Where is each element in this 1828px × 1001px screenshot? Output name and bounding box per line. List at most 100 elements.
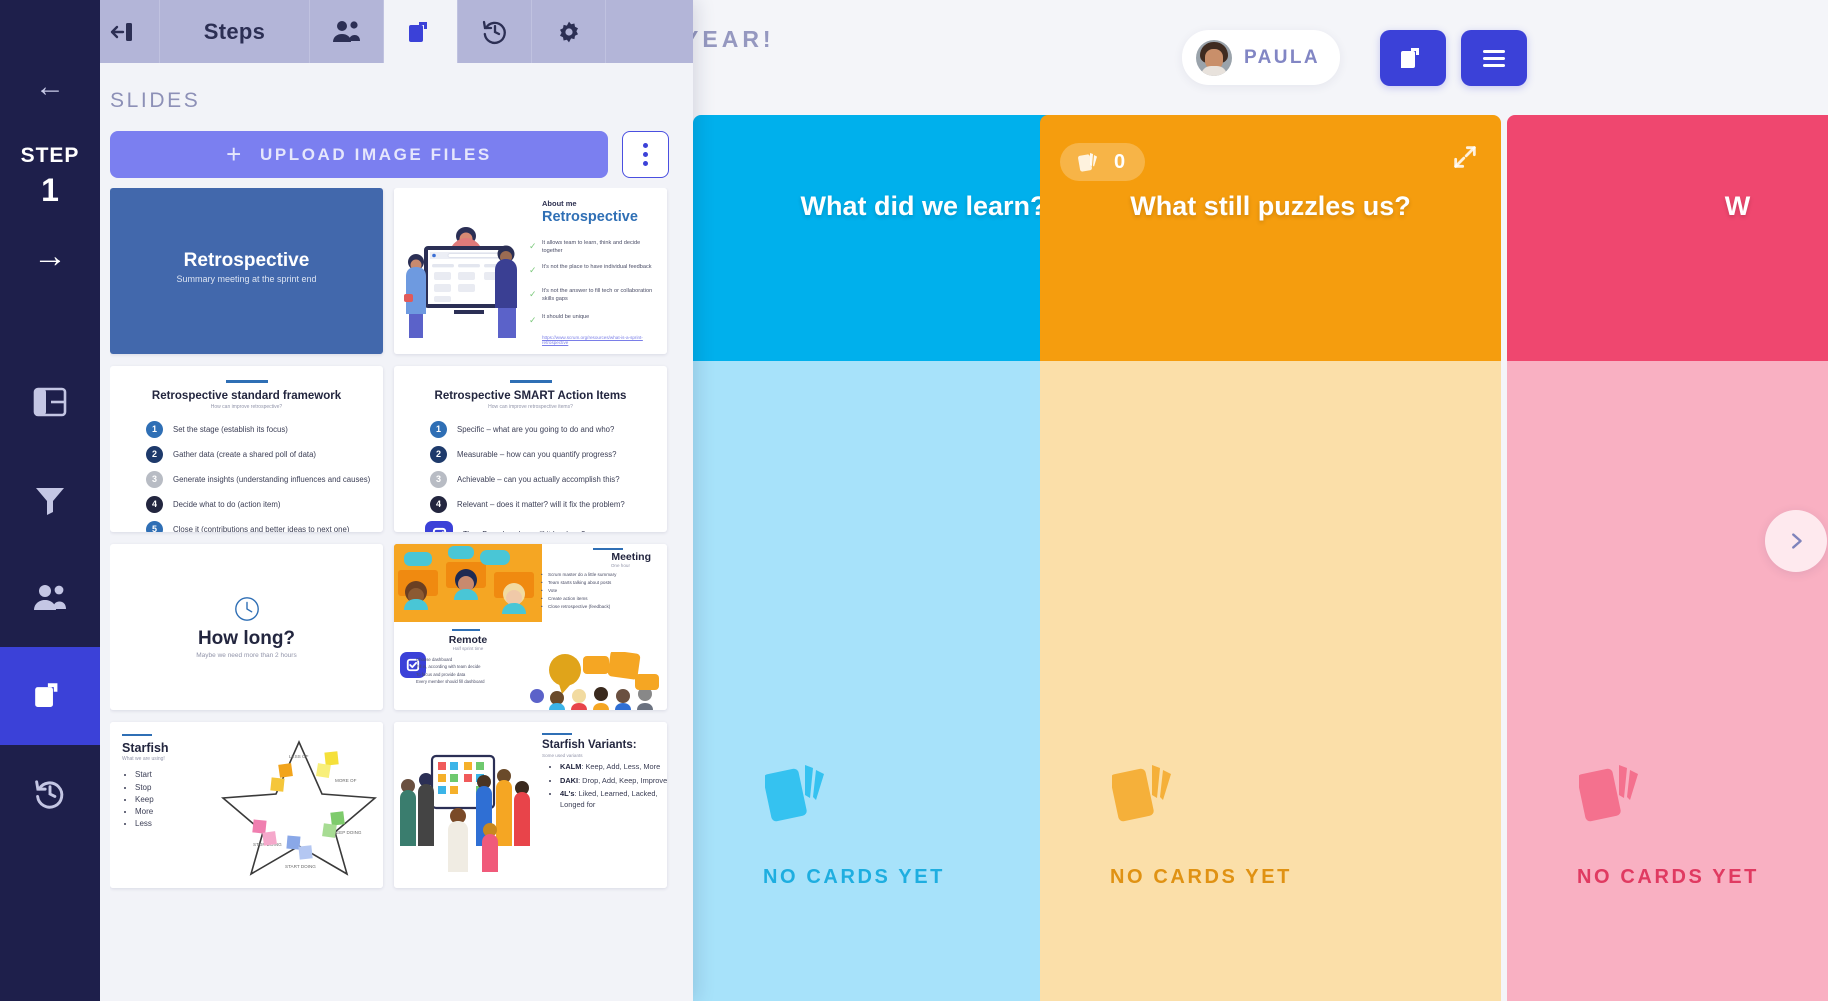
slide-link[interactable]: https://www.scrum.org/resources/what-is-…	[542, 335, 667, 345]
slide-list-item: 4 Relevant – does it matter? will it fix…	[406, 495, 655, 513]
column-body: NO CARDS YET +	[1507, 361, 1828, 1001]
illustration-remote-meeting	[394, 544, 542, 622]
slide-list-item: Fill in, according with team decide	[416, 664, 481, 670]
empty-state-label: NO CARDS YET	[1110, 866, 1292, 888]
slide-list-item: KALM: Keep, Add, Less, More	[560, 762, 667, 773]
check-square-icon	[432, 527, 446, 532]
slide-thumbnail[interactable]: How long? Maybe we need more than 2 hour…	[110, 544, 383, 710]
panel-tab-steps[interactable]: Steps	[160, 0, 310, 63]
slide-framework-layout: Retrospective standard framework How can…	[110, 366, 383, 532]
slide-list-item: Choose dashboard	[416, 657, 453, 662]
slide-subtitle-text: How can improve retrospective items?	[488, 403, 573, 410]
slides-more-menu-button[interactable]	[622, 131, 669, 178]
illustration-starfish-diagram: LESS OF MORE OF KEEP DOING STOP DOING ST…	[220, 740, 378, 876]
rail-item-filter[interactable]	[0, 451, 100, 549]
svg-text:MORE OF: MORE OF	[335, 778, 357, 783]
cards-icon	[1078, 153, 1097, 172]
slide-variants-layout: Starfish Variants: Some used variants KA…	[394, 722, 667, 888]
rail-item-history[interactable]	[0, 745, 100, 843]
slide-thumbnail[interactable]: Retrospective SMART Action Items How can…	[394, 366, 667, 532]
slide-title-text: Retrospective	[542, 209, 638, 225]
panel-tab-history[interactable]	[458, 0, 532, 63]
slides-panel: Steps SLIDES + UPLOAD IMAGE FILES Retros…	[86, 0, 693, 1001]
empty-cards-icon	[1112, 765, 1171, 822]
slide-check-item: It should be unique	[529, 314, 662, 325]
illustration-team-monitor	[404, 227, 517, 338]
plus-icon: +	[226, 139, 244, 169]
column-header[interactable]: W	[1507, 115, 1828, 361]
slide-title-text: How long?	[197, 628, 296, 649]
slide-secondary-subtitle: Half sprint time	[452, 646, 484, 651]
slide-thumbnail[interactable]: LESS OF MORE OF KEEP DOING STOP DOING ST…	[110, 722, 383, 888]
column-title: What did we learn?	[800, 191, 1047, 221]
collapse-left-icon	[110, 22, 132, 41]
app-root: T YEAR! PAULA What did we learn? NO CARD…	[0, 0, 1828, 1001]
column-title: What still puzzles us?	[1130, 191, 1411, 221]
rail-icon-list	[0, 353, 100, 843]
slide-illustration-2	[523, 650, 665, 710]
upload-button-label: UPLOAD IMAGE FILES	[259, 144, 492, 164]
panel-tab-slides[interactable]	[384, 0, 458, 63]
filter-icon	[36, 488, 64, 515]
slide-list-item: 2 Measurable – how can you quantify prog…	[406, 445, 655, 463]
rail-item-layout[interactable]	[0, 353, 100, 451]
slide-subtitle-text: Some used variants	[542, 753, 583, 758]
avatar	[1196, 39, 1232, 76]
slide-meeting-layout: Meeting One hour Scrum master do a littl…	[394, 544, 667, 710]
rail-item-cards[interactable]	[0, 647, 100, 745]
slides-grid: Retrospective Summary meeting at the spr…	[110, 188, 693, 1001]
user-pill[interactable]: PAULA	[1182, 30, 1340, 85]
next-column-button[interactable]	[1765, 510, 1827, 572]
illustration-speech-people	[530, 650, 659, 710]
slide-starfish-layout: LESS OF MORE OF KEEP DOING STOP DOING ST…	[110, 722, 383, 888]
illustration-team-board	[400, 754, 530, 872]
panel-tab-steps-label: Steps	[203, 18, 266, 44]
rail-item-people[interactable]	[0, 549, 100, 647]
slide-howlong-layout: How long? Maybe we need more than 2 hour…	[110, 544, 383, 710]
back-arrow-icon[interactable]: ←	[35, 72, 65, 102]
slide-thumbnail[interactable]: Starfish Variants: Some used variants KA…	[394, 722, 667, 888]
slide-list-item: Team starts talking about posts	[541, 579, 659, 587]
svg-text:LESS OF: LESS OF	[289, 754, 309, 759]
slide-thumbnail[interactable]: About me Retrospective It allows team to…	[394, 188, 667, 354]
empty-cards-icon	[1579, 765, 1638, 822]
expand-icon[interactable]	[1451, 143, 1479, 171]
svg-text:KEEP DOING: KEEP DOING	[333, 830, 362, 835]
layout-icon	[33, 387, 67, 417]
chevron-right-icon	[1792, 533, 1802, 549]
step-number: 1	[41, 172, 59, 208]
slide-list-item: 5 Close it (contributions and better ide…	[122, 520, 371, 532]
slide-list-item: DAKI: Drop, Add, Keep, Improve	[560, 776, 667, 787]
slide-thumbnail[interactable]: Retrospective standard framework How can…	[110, 366, 383, 532]
menu-button[interactable]	[1461, 30, 1527, 86]
slide-subtitle-text: One hour	[610, 563, 630, 568]
clock-icon	[234, 597, 259, 621]
cards-view-button[interactable]	[1380, 30, 1446, 86]
slide-list-item: Scrum master do a little summary	[541, 571, 659, 579]
slide-list-item: 3 Achievable – can you actually accompli…	[406, 470, 655, 488]
slide-framework-layout: Retrospective SMART Action Items How can…	[394, 366, 667, 532]
column-header[interactable]: 0 What still puzzles us?	[1040, 115, 1501, 361]
slide-thumbnail[interactable]: Meeting One hour Scrum master do a littl…	[394, 544, 667, 710]
svg-text:START DOING: START DOING	[285, 864, 316, 869]
cards-icon	[408, 21, 427, 42]
slide-title-text: Retrospective standard framework	[151, 389, 342, 402]
slide-illustration	[402, 210, 537, 340]
slide-subtitle-text: Summary meeting at the sprint end	[176, 274, 317, 284]
slide-list-item: To focus and provide data	[416, 671, 466, 677]
upload-row: + UPLOAD IMAGE FILES	[110, 131, 669, 178]
history-icon	[35, 780, 64, 809]
panel-tab-settings[interactable]	[532, 0, 606, 63]
forward-arrow-icon[interactable]: →	[33, 239, 67, 273]
slide-title-text: Meeting	[611, 551, 651, 563]
slide-list-item: 4 Decide what to do (action item)	[122, 495, 371, 513]
slide-thumbnail[interactable]: Retrospective Summary meeting at the spr…	[110, 188, 383, 354]
left-rail: ← STEP 1 →	[0, 0, 100, 1001]
slide-list-item: 1 Set the stage (establish its focus)	[122, 420, 371, 438]
upload-image-files-button[interactable]: + UPLOAD IMAGE FILES	[110, 131, 608, 178]
slide-illustration	[398, 738, 540, 873]
slide-illustration	[394, 544, 542, 622]
slide-secondary-title: Remote	[448, 634, 488, 646]
empty-state-label: NO CARDS YET	[763, 866, 945, 888]
panel-tab-participants[interactable]	[310, 0, 384, 63]
